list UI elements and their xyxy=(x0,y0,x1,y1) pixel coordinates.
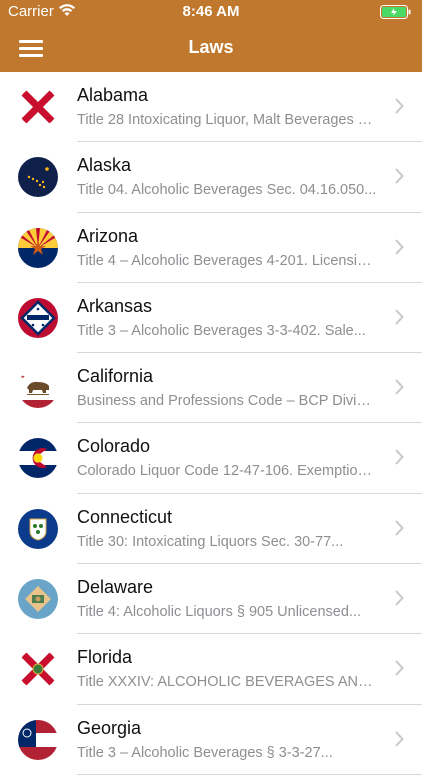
chevron-right-icon xyxy=(395,730,404,747)
state-name: California xyxy=(77,366,154,387)
chevron-right-icon xyxy=(395,309,404,325)
state-name: Alaska xyxy=(77,155,132,176)
law-subtitle: Title 28 Intoxicating Liquor, Malt Bever… xyxy=(77,112,377,128)
chevron-right-icon xyxy=(395,238,404,255)
arkansas-flag-icon xyxy=(18,297,58,338)
list-item-alaska[interactable]: Alaska Title 04. Alcoholic Beverages Sec… xyxy=(0,142,422,213)
list-item-colorado[interactable]: Colorado Colorado Liquor Code 12-47-106.… xyxy=(0,423,422,495)
laws-list: Alabama Title 28 Intoxicating Liquor, Ma… xyxy=(0,72,422,775)
list-item-georgia[interactable]: Georgia Title 3 – Alcoholic Beverages § … xyxy=(0,704,422,775)
law-subtitle: Title 4: Alcoholic Liquors § 905 Unlicen… xyxy=(77,604,361,621)
state-name: Delaware xyxy=(77,577,154,598)
state-name: Florida xyxy=(77,647,133,668)
state-name: Colorado xyxy=(77,436,151,457)
law-subtitle: Title XXXIV: ALCOHOLIC BEVERAGES AND TOB… xyxy=(77,674,377,691)
status-time: 8:46 AM xyxy=(182,3,240,20)
nav-bar: Laws xyxy=(0,24,422,72)
list-item-connecticut[interactable]: Connecticut Title 30: Intoxicating Liquo… xyxy=(0,493,422,565)
state-name: Connecticut xyxy=(77,506,173,527)
georgia-flag-icon xyxy=(18,719,58,760)
list-item-florida[interactable]: Florida Title XXXIV: ALCOHOLIC BEVERAGES… xyxy=(0,634,422,705)
chevron-right-icon xyxy=(395,660,404,677)
colorado-flag-icon xyxy=(18,438,58,479)
state-name: Alabama xyxy=(77,85,149,105)
law-subtitle: Title 04. Alcoholic Beverages Sec. 04.16… xyxy=(77,182,377,199)
chevron-right-icon xyxy=(395,449,404,466)
california-flag-icon xyxy=(18,368,58,409)
state-name: Arizona xyxy=(77,225,139,246)
chevron-right-icon xyxy=(395,379,404,395)
list-item-delaware[interactable]: Delaware Title 4: Alcoholic Liquors § 90… xyxy=(0,564,422,635)
status-bar: Carrier 8:46 AM xyxy=(0,0,422,24)
state-name: Georgia xyxy=(77,717,142,738)
law-subtitle: Colorado Liquor Code 12-47-106. Exemptio… xyxy=(77,463,377,480)
battery-icon xyxy=(380,5,412,19)
chevron-right-icon xyxy=(395,520,404,536)
chevron-right-icon xyxy=(395,590,404,606)
list-item-california[interactable]: California Business and Professions Code… xyxy=(0,353,422,424)
florida-flag-icon xyxy=(18,649,58,690)
law-subtitle: Title 30: Intoxicating Liquors Sec. 30-7… xyxy=(77,533,344,550)
connecticut-flag-icon xyxy=(18,508,58,549)
app-header: Carrier 8:46 AM Laws xyxy=(0,0,422,72)
delaware-flag-icon xyxy=(18,579,58,620)
chevron-right-icon xyxy=(395,98,404,114)
law-subtitle: Title 3 – Alcoholic Beverages 3-3-402. S… xyxy=(77,322,366,339)
law-subtitle: Title 4 – Alcoholic Beverages 4-201. Lic… xyxy=(77,252,377,269)
list-item-arkansas[interactable]: Arkansas Title 3 – Alcoholic Beverages 3… xyxy=(0,282,422,354)
list-item-alabama[interactable]: Alabama Title 28 Intoxicating Liquor, Ma… xyxy=(0,72,422,143)
law-subtitle: Business and Professions Code – BCP Divi… xyxy=(77,393,377,410)
law-subtitle: Title 3 – Alcoholic Beverages § 3-3-27..… xyxy=(77,744,333,761)
arizona-flag-icon xyxy=(18,227,58,268)
state-name: Arkansas xyxy=(77,295,153,316)
alaska-flag-icon xyxy=(18,157,58,198)
list-item-arizona[interactable]: Arizona Title 4 – Alcoholic Beverages 4-… xyxy=(0,212,422,284)
page-title: Laws xyxy=(188,37,234,57)
alabama-flag-icon xyxy=(18,87,58,127)
chevron-right-icon xyxy=(395,168,404,184)
